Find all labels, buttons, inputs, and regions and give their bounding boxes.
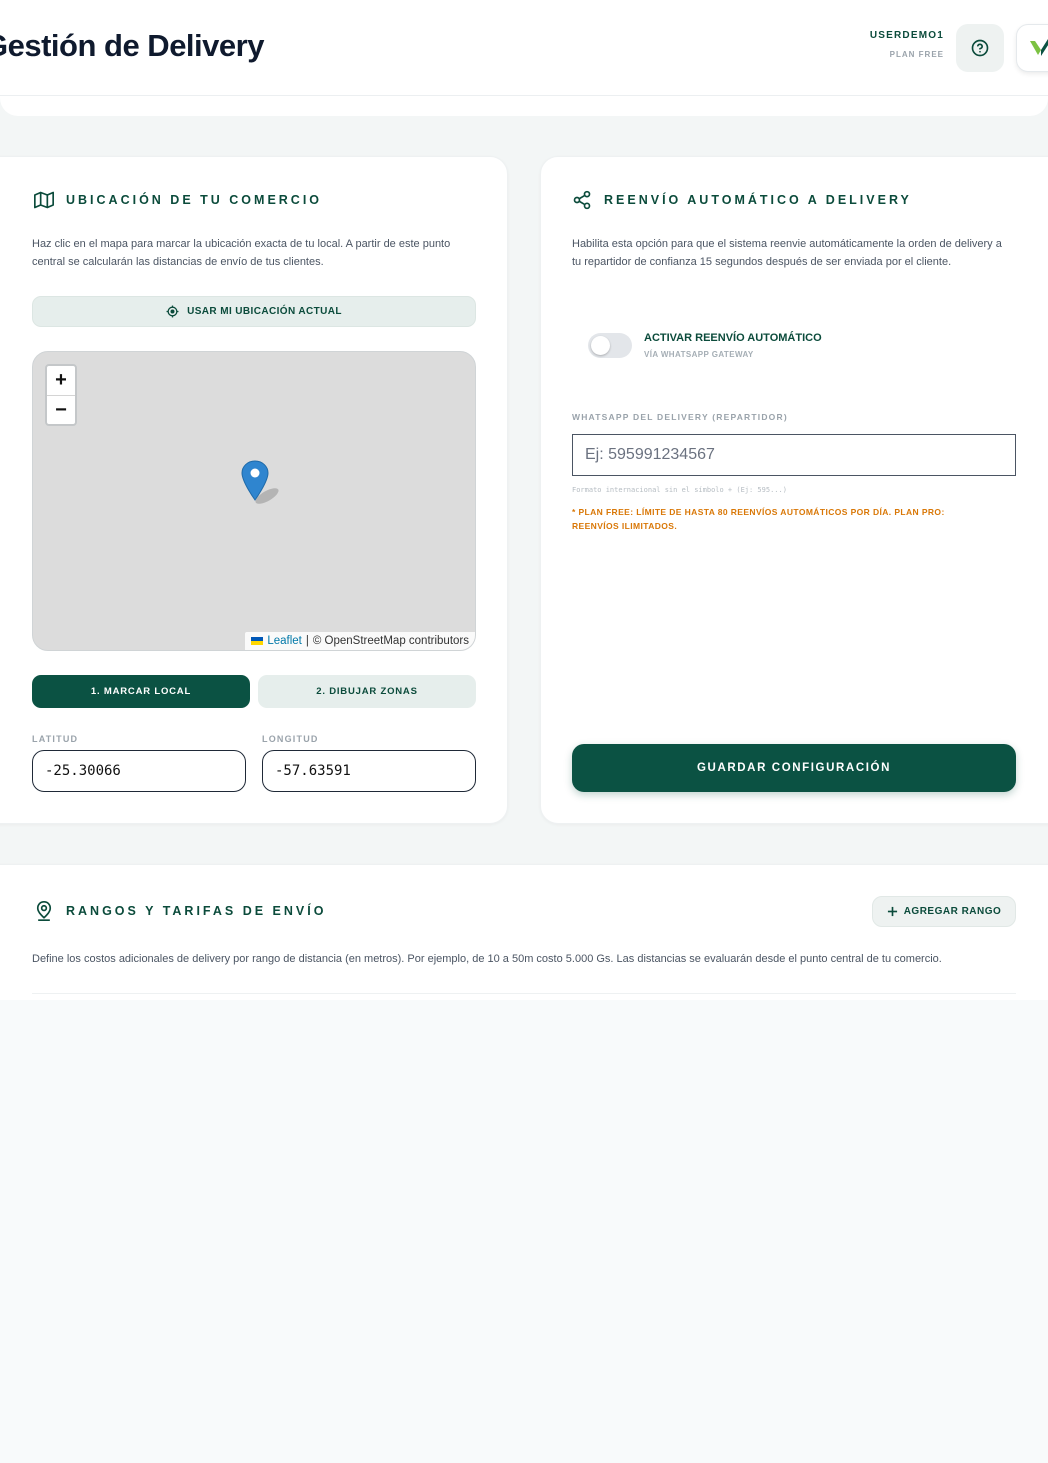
ukraine-flag-icon [251,637,264,645]
shipping-ranges-card [0,864,1048,1014]
leaflet-link[interactable]: Leaflet [267,635,302,647]
brand-logo-button[interactable] [1016,24,1048,72]
longitude-label: LONGITUD [262,734,319,744]
toggle-sublabel: VÍA WHATSAPP GATEWAY [644,350,754,359]
whatsapp-label: WHATSAPP DEL DELIVERY (REPARTIDOR) [572,412,788,422]
map-pin-icon [36,900,52,921]
user-plan: PLAN FREE [889,50,944,59]
toggle-knob [591,336,610,355]
shipping-ranges-description: Define los costos adicionales de deliver… [32,953,942,965]
auto-forward-title-text: REENVÍO AUTOMÁTICO A DELIVERY [604,193,912,207]
help-button[interactable] [956,24,1004,72]
location-title-text: UBICACIÓN DE TU COMERCIO [66,193,323,207]
whatsapp-hint: Formato internacional sin el símbolo + (… [572,486,787,494]
whatsapp-input[interactable]: Ej: 595991234567 [572,434,1016,476]
shipping-ranges-title: RANGOS Y TARIFAS DE ENVÍO [34,900,326,922]
ranges-divider [32,993,1016,994]
location-card-title: UBICACIÓN DE TU COMERCIO [34,190,322,210]
plus-icon [887,906,897,917]
latitude-label: LATITUD [32,734,79,744]
use-location-label: USAR MI UBICACIÓN ACTUAL [187,306,342,317]
mark-location-button[interactable]: 1. MARCAR LOCAL [32,675,250,708]
auto-forward-description: Habilita esta opción para que el sistema… [572,238,1002,268]
auto-forward-title: REENVÍO AUTOMÁTICO A DELIVERY [572,190,912,210]
map-marker-icon[interactable] [241,460,281,504]
zoom-in-button[interactable]: + [47,366,75,395]
zoom-control: + − [45,364,77,426]
longitude-input[interactable]: -57.63591 [262,750,476,792]
add-range-label: AGREGAR RANGO [903,906,1002,917]
brand-logo-icon [1030,39,1048,56]
use-current-location-button[interactable]: USAR MI UBICACIÓN ACTUAL [32,296,476,327]
toggle-label: ACTIVAR REENVÍO AUTOMÁTICO [644,332,822,344]
page-title: Gestión de Delivery [0,28,264,63]
map-icon [34,191,54,209]
top-header: Gestión de Delivery USERDEMO1 PLAN FREE [0,0,1048,96]
attribution-separator: | [305,635,309,647]
map-attribution: Leaflet | © OpenStreetMap contributors [245,632,475,650]
header-card-bottom [0,96,1048,116]
save-configuration-button[interactable]: GUARDAR CONFIGURACIÓN [572,744,1016,792]
page: Gestión de Delivery USERDEMO1 PLAN FREE [0,0,1048,1463]
user-name: USERDEMO1 [869,30,944,41]
draw-zones-button[interactable]: 2. DIBUJAR ZONAS [258,675,476,708]
zoom-out-button[interactable]: − [47,395,75,424]
location-map[interactable]: + − Leaflet | © OpenStreetMap contributo… [32,351,476,651]
auto-forward-toggle[interactable] [588,333,632,358]
shipping-ranges-title-text: RANGOS Y TARIFAS DE ENVÍO [66,904,327,918]
location-description: Haz clic en el mapa para marcar la ubica… [32,238,451,268]
osm-attribution: © OpenStreetMap contributors [312,635,469,647]
latitude-input[interactable]: -25.30066 [32,750,246,792]
plan-limit-warning: * PLAN FREE: LÍMITE DE HASTA 80 REENVÍOS… [572,507,945,531]
empty-area [0,1000,1048,1463]
share-icon [573,190,591,210]
crosshair-icon [166,305,179,318]
help-circle-icon [971,39,989,57]
add-range-button[interactable]: AGREGAR RANGO [872,896,1016,927]
user-menu[interactable]: USERDEMO1 PLAN FREE [870,30,944,59]
